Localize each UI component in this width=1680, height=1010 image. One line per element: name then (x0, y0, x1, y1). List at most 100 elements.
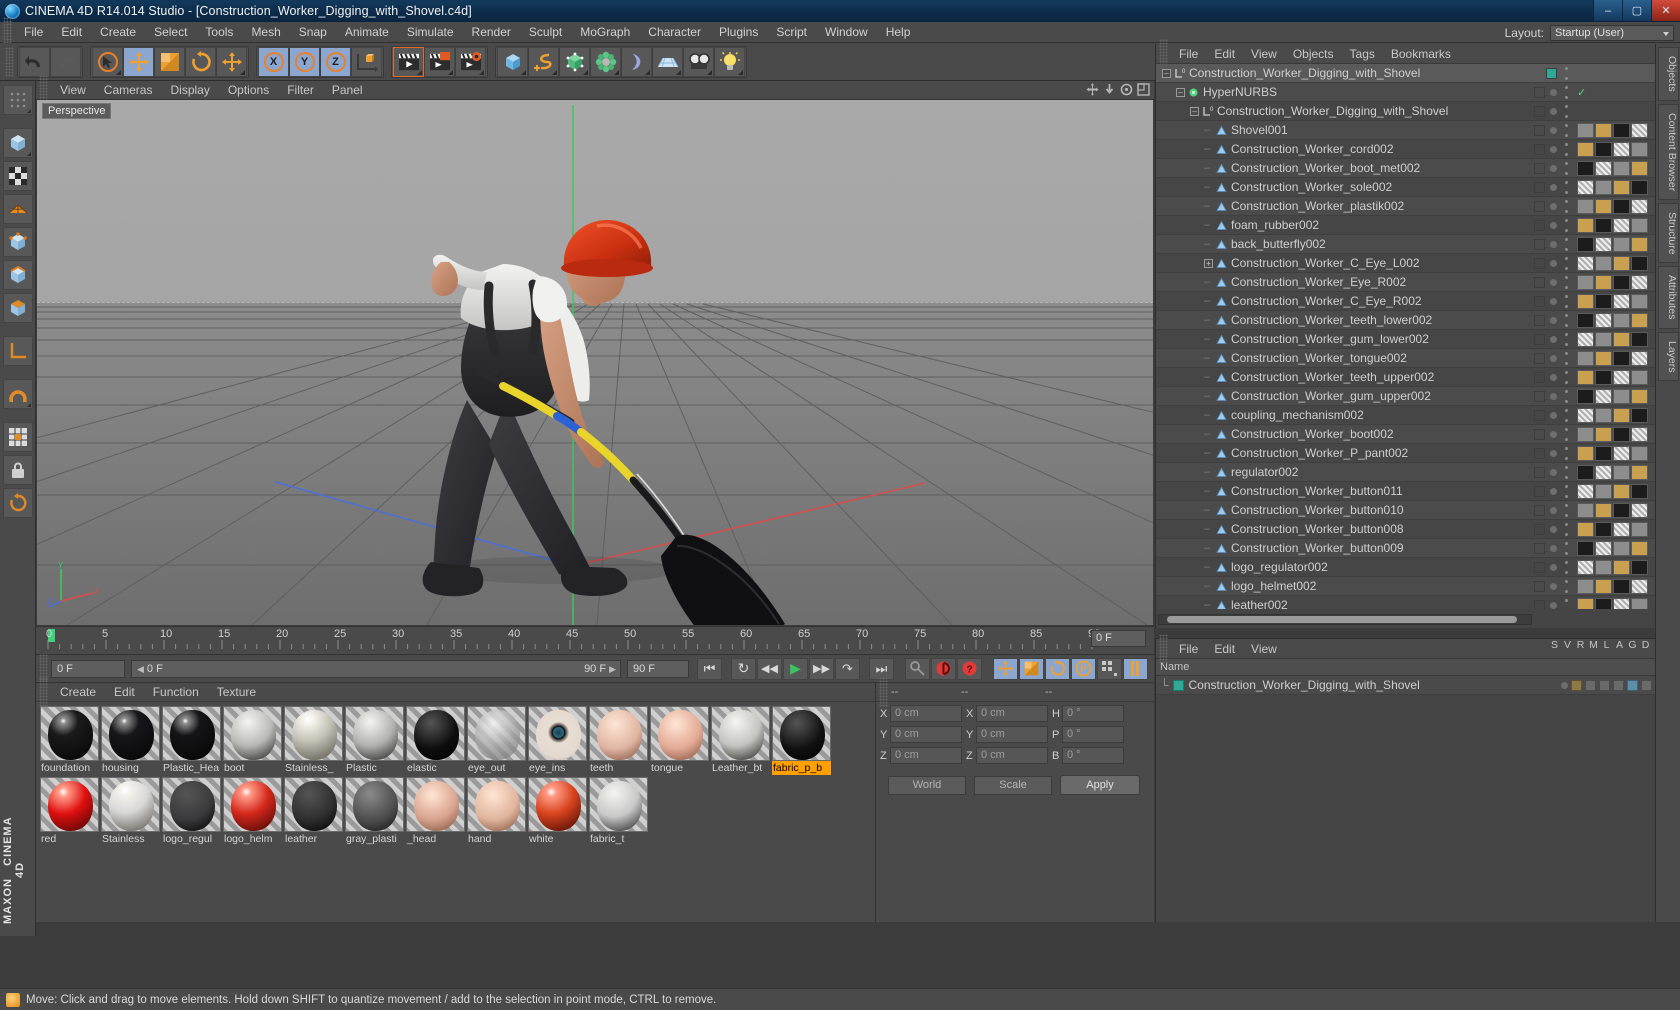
range-right-arrow-icon[interactable]: ▶ (609, 661, 616, 677)
dock-tab-layers[interactable]: Layers (1658, 331, 1679, 382)
visibility-toggle-dots-icon[interactable] (1562, 200, 1571, 213)
texture-tag-icon[interactable] (1595, 332, 1612, 347)
object-visibility-swatch[interactable] (1534, 562, 1545, 573)
go-to-next-key-button[interactable]: ↷ (835, 657, 860, 680)
position-key-button[interactable] (993, 657, 1018, 680)
material-preview[interactable] (467, 706, 526, 761)
dock-tab-attributes[interactable]: Attributes (1658, 266, 1679, 329)
visibility-dot-icon[interactable] (1550, 450, 1557, 457)
attributes-menu-view[interactable]: View (1243, 639, 1285, 659)
visibility-toggle-dots-icon[interactable] (1562, 580, 1571, 593)
live-selection-tool-button[interactable] (2, 85, 33, 115)
menu-edit[interactable]: Edit (52, 22, 91, 43)
object-tree-row[interactable]: – Construction_Worker_teeth_upper002 (1156, 368, 1655, 387)
coordinate-mode-select[interactable]: Scale (974, 775, 1052, 795)
visibility-dot-icon[interactable] (1550, 469, 1557, 476)
texture-tag-icon[interactable] (1631, 199, 1648, 214)
point-level-animation-button[interactable] (1097, 657, 1122, 680)
texture-tag-icon[interactable] (1613, 579, 1630, 594)
tag-icon[interactable] (1627, 679, 1638, 691)
visibility-toggle-dots-icon[interactable] (1562, 295, 1571, 308)
object-tree-row[interactable]: – Construction_Worker_plastik002 (1156, 197, 1655, 216)
axis-mode-tool-button[interactable] (2, 336, 33, 366)
scene-floor-button[interactable] (652, 46, 683, 77)
object-tree-row[interactable]: – Construction_Worker_gum_upper002 (1156, 387, 1655, 406)
material-menu-texture[interactable]: Texture (208, 683, 265, 702)
select-tool-button[interactable] (92, 46, 123, 77)
object-visibility-swatch[interactable] (1534, 201, 1545, 212)
viewport-menu-options[interactable]: Options (219, 81, 278, 100)
texture-tag-icon[interactable] (1613, 256, 1630, 271)
visibility-toggle-dots-icon[interactable] (1562, 67, 1571, 80)
attributes-flag-column[interactable]: G (1626, 639, 1639, 651)
array-button[interactable] (590, 46, 621, 77)
material-name-label[interactable]: housing (101, 761, 160, 775)
material-swatch[interactable]: housing (101, 706, 160, 775)
object-visibility-swatch[interactable] (1534, 391, 1545, 402)
tag-icon[interactable] (1613, 679, 1624, 691)
object-visibility-swatch[interactable] (1534, 543, 1545, 554)
object-tree-row[interactable]: – coupling_mechanism002 (1156, 406, 1655, 425)
texture-tag-icon[interactable] (1631, 389, 1648, 404)
object-visibility-swatch[interactable] (1534, 106, 1545, 117)
material-swatch[interactable]: logo_regul (162, 777, 221, 846)
object-tree-row[interactable]: – Construction_Worker_button009 (1156, 539, 1655, 558)
material-name-label[interactable]: fabric_p_b (772, 761, 831, 775)
visibility-dot-icon[interactable] (1550, 127, 1557, 134)
object-tree-row[interactable]: – Construction_Worker_button011 (1156, 482, 1655, 501)
tag-icon[interactable] (1641, 679, 1652, 691)
polygons-mode-tool-button[interactable] (2, 293, 33, 323)
material-preview[interactable] (467, 777, 526, 832)
visibility-dot-icon[interactable] (1550, 165, 1557, 172)
parameter-key-button[interactable]: P (1071, 657, 1096, 680)
visibility-dot-icon[interactable] (1550, 203, 1557, 210)
attributes-flag-column[interactable]: M (1587, 639, 1600, 651)
material-swatch[interactable]: Plastic (345, 706, 404, 775)
texture-tag-icon[interactable] (1595, 389, 1612, 404)
texture-tag-icon[interactable] (1577, 351, 1594, 366)
texture-tag-icon[interactable] (1613, 142, 1630, 157)
texture-tag-icon[interactable] (1631, 275, 1648, 290)
material-name-label[interactable]: Stainless (101, 832, 160, 846)
attributes-flag-column[interactable]: D (1639, 639, 1652, 651)
go-to-start-button[interactable]: ⏮ (697, 657, 722, 680)
object-tree-row[interactable]: – Construction_Worker_gum_lower002 (1156, 330, 1655, 349)
hypernurbs-enabled-icon[interactable]: ✓ (1577, 86, 1655, 99)
visibility-dot-icon[interactable] (1550, 279, 1557, 286)
visibility-dot-icon[interactable] (1550, 488, 1557, 495)
object-visibility-swatch[interactable] (1534, 429, 1545, 440)
object-tree-row[interactable]: – foam_rubber002 (1156, 216, 1655, 235)
material-name-label[interactable]: white (528, 832, 587, 846)
menu-help[interactable]: Help (877, 22, 920, 43)
texture-tag-icon[interactable] (1577, 218, 1594, 233)
material-swatch[interactable]: gray_plasti (345, 777, 404, 846)
material-preview[interactable] (528, 706, 587, 761)
visibility-toggle-dots-icon[interactable] (1562, 447, 1571, 460)
material-name-label[interactable]: teeth (589, 761, 648, 775)
visibility-dot-icon[interactable] (1550, 412, 1557, 419)
material-preview[interactable] (772, 706, 831, 761)
texture-tag-icon[interactable] (1595, 123, 1612, 138)
material-preview[interactable] (223, 706, 282, 761)
texture-tag-icon[interactable] (1595, 484, 1612, 499)
visibility-dot-icon[interactable] (1550, 374, 1557, 381)
render-settings-button[interactable] (455, 46, 486, 77)
play-forward-button[interactable]: ▶▶ (809, 657, 834, 680)
texture-tag-icon[interactable] (1595, 142, 1612, 157)
material-preview[interactable] (40, 777, 99, 832)
texture-tag-icon[interactable] (1631, 313, 1648, 328)
polygon-mode-tool-button[interactable] (2, 194, 33, 224)
material-menu-create[interactable]: Create (51, 683, 105, 702)
object-visibility-swatch[interactable] (1534, 182, 1545, 193)
texture-tag-icon[interactable] (1613, 484, 1630, 499)
render-view-button[interactable] (393, 46, 424, 77)
visibility-toggle-dots-icon[interactable] (1562, 86, 1571, 99)
collapse-icon[interactable]: – (1176, 87, 1185, 97)
material-swatch[interactable]: white (528, 777, 587, 846)
texture-tag-icon[interactable] (1595, 598, 1612, 609)
range-left-arrow-icon[interactable]: ◀ (137, 661, 144, 677)
visibility-dot-icon[interactable] (1550, 355, 1557, 362)
preview-range-slider[interactable]: ◀ 0 F 90 F ▶ (131, 659, 621, 678)
material-preview[interactable] (345, 706, 404, 761)
timeline-frame-field[interactable]: 0 F (1091, 630, 1146, 647)
